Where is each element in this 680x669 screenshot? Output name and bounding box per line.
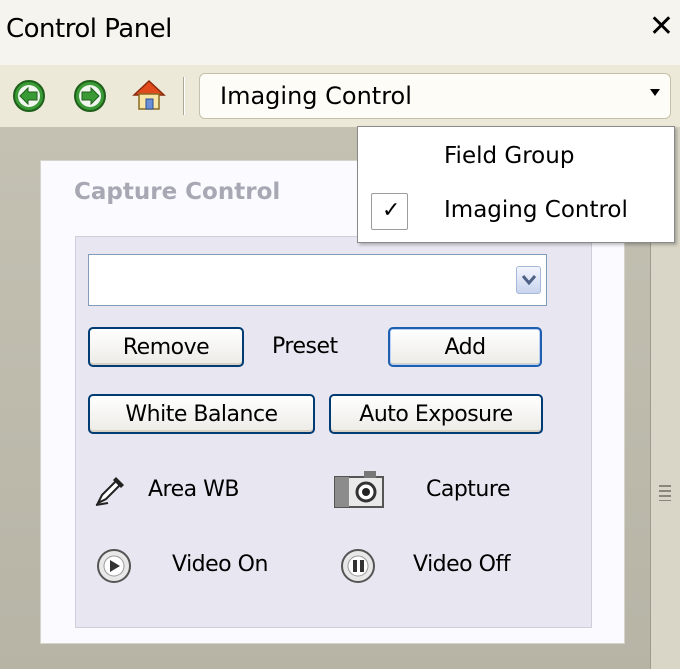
window-title: Control Panel bbox=[6, 14, 172, 44]
camera-icon[interactable] bbox=[334, 469, 384, 509]
title-bar: Control Panel ✕ bbox=[0, 0, 680, 65]
toolbar: Imaging Control bbox=[0, 65, 680, 127]
pause-icon[interactable] bbox=[339, 547, 377, 585]
panel-body: Remove Preset Add White Balance Auto Exp… bbox=[75, 236, 592, 628]
splitter-grip-icon[interactable] bbox=[659, 485, 671, 501]
eyedropper-icon[interactable] bbox=[94, 473, 128, 507]
white-balance-button[interactable]: White Balance bbox=[88, 394, 315, 434]
close-icon[interactable]: ✕ bbox=[649, 12, 674, 42]
check-icon: ✓ bbox=[382, 198, 401, 223]
combo-dropdown-button[interactable] bbox=[516, 266, 541, 294]
toolbar-separator bbox=[183, 77, 185, 115]
add-button[interactable]: Add bbox=[388, 327, 542, 367]
play-icon[interactable] bbox=[95, 547, 133, 585]
remove-button[interactable]: Remove bbox=[88, 327, 244, 367]
chevron-down-icon[interactable] bbox=[650, 89, 660, 96]
forward-icon[interactable] bbox=[73, 79, 107, 113]
video-off-label: Video Off bbox=[413, 552, 510, 577]
menu-item-imaging-control[interactable]: ✓ Imaging Control bbox=[358, 185, 674, 239]
preset-label: Preset bbox=[272, 334, 338, 359]
back-icon[interactable] bbox=[12, 79, 46, 113]
preset-combo[interactable] bbox=[88, 254, 547, 306]
panel-title: Capture Control bbox=[74, 179, 281, 205]
menu-item-label: Imaging Control bbox=[444, 197, 628, 223]
area-wb-label: Area WB bbox=[148, 477, 239, 502]
view-select[interactable]: Imaging Control bbox=[199, 73, 671, 119]
view-select-value: Imaging Control bbox=[220, 82, 412, 110]
capture-label: Capture bbox=[426, 477, 510, 502]
menu-item-label: Field Group bbox=[444, 143, 575, 169]
home-icon[interactable] bbox=[130, 76, 168, 114]
auto-exposure-button[interactable]: Auto Exposure bbox=[329, 394, 543, 434]
check-box: ✓ bbox=[371, 193, 408, 230]
view-dropdown-menu: Field Group ✓ Imaging Control bbox=[357, 126, 675, 243]
chevron-down-icon bbox=[522, 275, 536, 286]
video-on-label: Video On bbox=[172, 552, 268, 577]
menu-item-field-group[interactable]: Field Group bbox=[358, 131, 674, 185]
